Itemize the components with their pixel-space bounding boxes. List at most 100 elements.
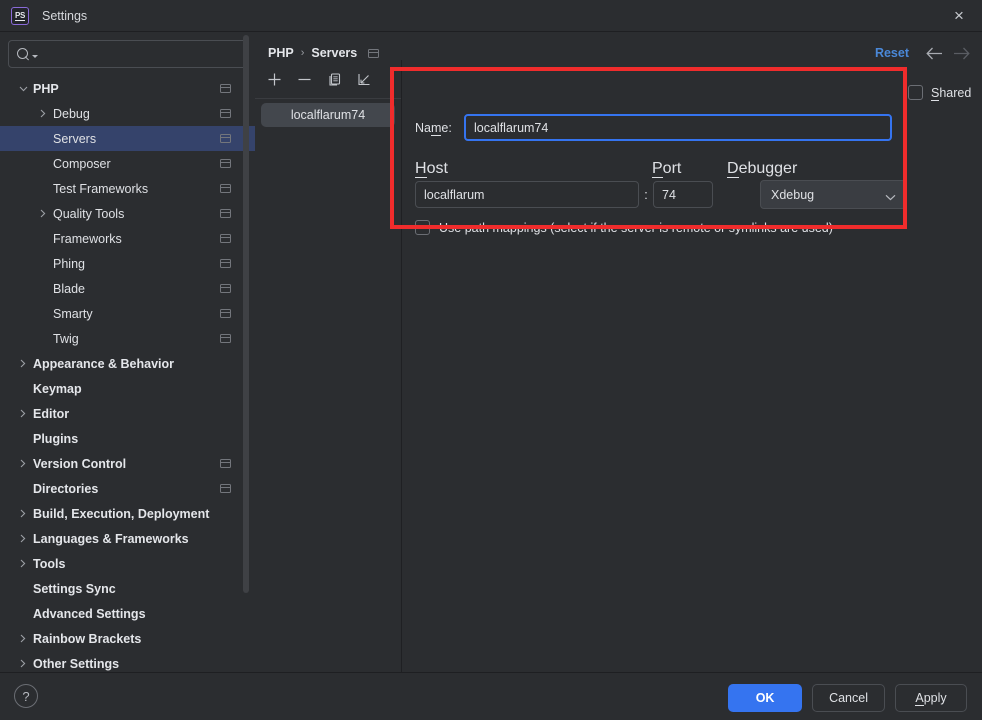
- chevron-right-icon[interactable]: [37, 108, 49, 120]
- sidebar-item-editor[interactable]: Editor: [0, 401, 255, 426]
- sidebar-item-blade[interactable]: Blade: [0, 276, 255, 301]
- sidebar-item-label: Directories: [33, 481, 99, 496]
- host-row: : Xdebug: [415, 180, 906, 209]
- path-mappings-checkbox[interactable]: [415, 220, 430, 235]
- sidebar-item-version-control[interactable]: Version Control: [0, 451, 255, 476]
- remove-server-button[interactable]: [293, 68, 315, 90]
- search-input[interactable]: [8, 40, 247, 68]
- copy-settings-icon[interactable]: [220, 284, 231, 293]
- shared-checkbox[interactable]: [908, 85, 923, 100]
- sidebar-item-other-settings[interactable]: Other Settings: [0, 651, 255, 672]
- name-input[interactable]: [464, 114, 892, 141]
- sidebar-item-quality-tools[interactable]: Quality Tools: [0, 201, 255, 226]
- shared-label: Shared: [931, 85, 972, 101]
- path-mappings-label: Use path mappings (select if the server …: [439, 220, 833, 235]
- sidebar-item-label: Version Control: [33, 456, 127, 471]
- sidebar-item-label: Settings Sync: [33, 581, 116, 596]
- close-icon[interactable]: ×: [936, 0, 982, 32]
- path-mappings-row[interactable]: Use path mappings (select if the server …: [415, 220, 833, 235]
- sidebar-item-test-frameworks[interactable]: Test Frameworks: [0, 176, 255, 201]
- field-labels-row: Host Port Debugger: [415, 160, 797, 178]
- name-label: Name:: [415, 120, 452, 136]
- sidebar-item-servers[interactable]: Servers: [0, 126, 255, 151]
- copy-settings-icon[interactable]: [220, 184, 231, 193]
- settings-tree: PHP Debug Servers Composer Test Frameworks Qu…: [0, 76, 255, 672]
- window-title: Settings: [42, 8, 88, 23]
- chevron-down-icon[interactable]: [17, 83, 29, 95]
- sidebar-item-label: Phing: [53, 256, 85, 271]
- copy-settings-icon[interactable]: [220, 334, 231, 343]
- sidebar-item-label: Other Settings: [33, 656, 120, 671]
- copy-settings-icon[interactable]: [220, 459, 231, 468]
- sidebar-item-label: Appearance & Behavior: [33, 356, 175, 371]
- sidebar-item-keymap[interactable]: Keymap: [0, 376, 255, 401]
- chevron-right-icon[interactable]: [37, 208, 49, 220]
- sidebar-item-label: Servers: [53, 131, 97, 146]
- copy-server-button[interactable]: [323, 68, 345, 90]
- arrow-left-icon[interactable]: [925, 44, 943, 62]
- shared-row[interactable]: Shared: [908, 85, 972, 101]
- sidebar-item-label: Rainbow Brackets: [33, 631, 142, 646]
- breadcrumb-root[interactable]: PHP: [268, 46, 294, 60]
- sidebar-item-rainbow-brackets[interactable]: Rainbow Brackets: [0, 626, 255, 651]
- cancel-button[interactable]: Cancel: [812, 684, 885, 712]
- copy-settings-icon[interactable]: [368, 48, 380, 58]
- copy-settings-icon[interactable]: [220, 234, 231, 243]
- sidebar-item-label: Test Frameworks: [53, 181, 149, 196]
- sidebar-item-label: Editor: [33, 406, 70, 421]
- copy-settings-icon[interactable]: [220, 309, 231, 318]
- sidebar-item-label: Build, Execution, Deployment: [33, 506, 210, 521]
- sidebar-item-settings-sync[interactable]: Settings Sync: [0, 576, 255, 601]
- debugger-select[interactable]: Xdebug: [760, 180, 906, 209]
- sidebar-item-plugins[interactable]: Plugins: [0, 426, 255, 451]
- sidebar-item-tools[interactable]: Tools: [0, 551, 255, 576]
- sidebar-item-twig[interactable]: Twig: [0, 326, 255, 351]
- port-input[interactable]: [653, 181, 713, 208]
- chevron-right-icon[interactable]: [17, 508, 29, 520]
- sidebar-item-advanced-settings[interactable]: Advanced Settings: [0, 601, 255, 626]
- phpstorm-icon: PS: [11, 6, 29, 25]
- server-list-item[interactable]: localflarum74: [261, 103, 395, 127]
- copy-settings-icon[interactable]: [220, 109, 231, 118]
- copy-settings-icon[interactable]: [220, 134, 231, 143]
- ok-button[interactable]: OK: [728, 684, 803, 712]
- copy-settings-icon[interactable]: [220, 259, 231, 268]
- chevron-right-icon[interactable]: [17, 533, 29, 545]
- nav-arrows: [925, 44, 970, 62]
- copy-settings-icon[interactable]: [220, 209, 231, 218]
- chevron-right-icon[interactable]: [17, 558, 29, 570]
- import-server-button[interactable]: [353, 68, 375, 90]
- toolbar-divider: [255, 98, 401, 99]
- sidebar-item-debug[interactable]: Debug: [0, 101, 255, 126]
- copy-settings-icon[interactable]: [220, 84, 231, 93]
- footer-buttons: OK Cancel Apply: [728, 684, 967, 712]
- sidebar-item-appearance-behavior[interactable]: Appearance & Behavior: [0, 351, 255, 376]
- sidebar-item-label: Languages & Frameworks: [33, 531, 189, 546]
- apply-button[interactable]: Apply: [895, 684, 967, 712]
- chevron-right-icon[interactable]: [17, 458, 29, 470]
- sidebar-item-composer[interactable]: Composer: [0, 151, 255, 176]
- copy-settings-icon[interactable]: [220, 159, 231, 168]
- chevron-right-icon[interactable]: [17, 408, 29, 420]
- copy-settings-icon[interactable]: [220, 484, 231, 493]
- add-server-button[interactable]: [263, 68, 285, 90]
- sidebar-item-label: Twig: [53, 331, 79, 346]
- sidebar-item-languages-frameworks[interactable]: Languages & Frameworks: [0, 526, 255, 551]
- chevron-right-icon[interactable]: [17, 358, 29, 370]
- sidebar-item-smarty[interactable]: Smarty: [0, 301, 255, 326]
- sidebar-scrollbar[interactable]: [243, 35, 249, 593]
- breadcrumb-separator: ›: [300, 47, 305, 59]
- help-button[interactable]: ?: [14, 684, 38, 708]
- server-form: Name: Host Port Debugger : Xdebug: [402, 68, 972, 248]
- host-label: Host: [415, 160, 448, 178]
- reset-link[interactable]: Reset: [875, 46, 909, 60]
- chevron-right-icon[interactable]: [17, 633, 29, 645]
- sidebar-item-frameworks[interactable]: Frameworks: [0, 226, 255, 251]
- sidebar-item-phing[interactable]: Phing: [0, 251, 255, 276]
- sidebar-item-php[interactable]: PHP: [0, 76, 255, 101]
- chevron-right-icon[interactable]: [17, 658, 29, 670]
- breadcrumb-leaf: Servers: [311, 46, 358, 60]
- sidebar-item-directories[interactable]: Directories: [0, 476, 255, 501]
- host-input[interactable]: [415, 181, 639, 208]
- sidebar-item-build-execution-deployment[interactable]: Build, Execution, Deployment: [0, 501, 255, 526]
